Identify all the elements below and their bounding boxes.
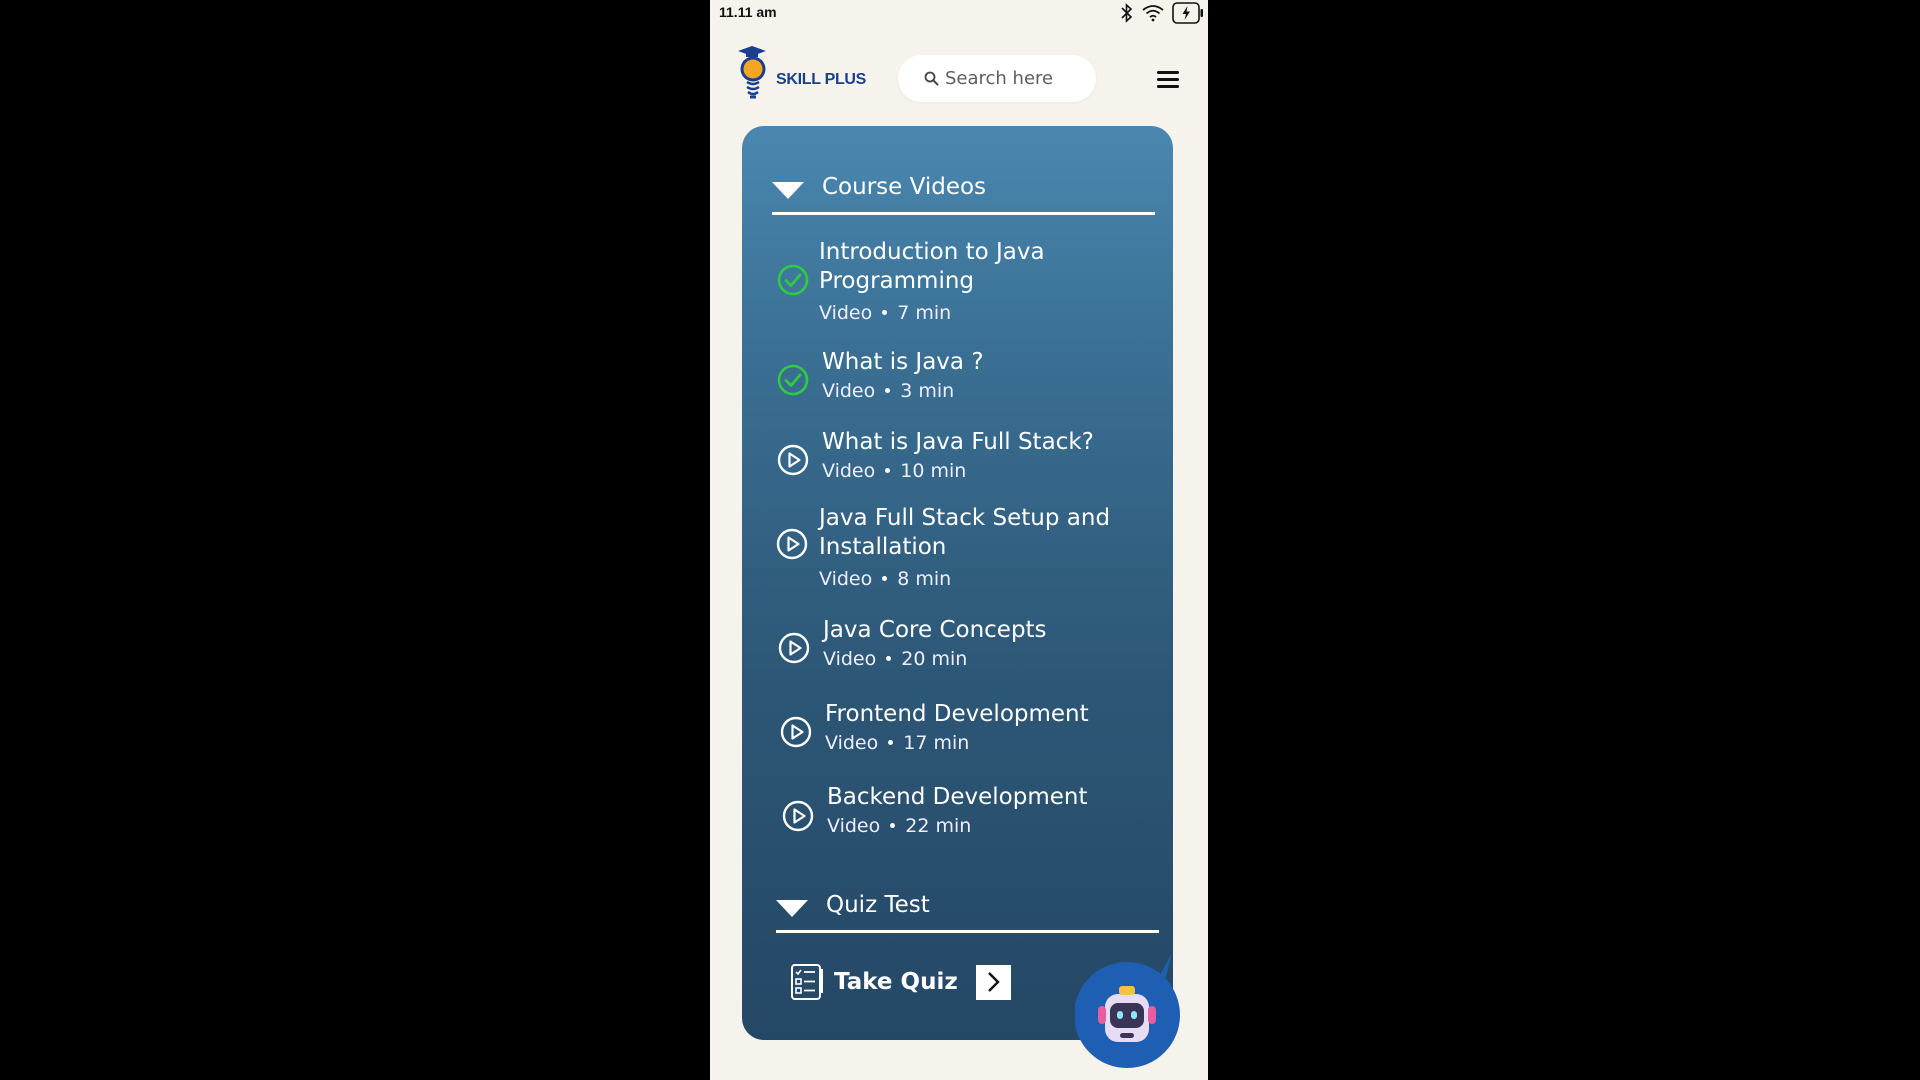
video-meta: Video 20 min: [823, 648, 967, 670]
search-bar[interactable]: [898, 55, 1096, 102]
video-duration: 3 min: [900, 380, 955, 402]
video-duration: 20 min: [901, 648, 968, 670]
video-duration: 17 min: [903, 732, 970, 754]
quiz-checklist-icon: [791, 964, 823, 1000]
video-duration: 22 min: [905, 815, 972, 837]
play-circle-icon: [777, 444, 809, 476]
video-title: Frontend Development: [825, 701, 1089, 727]
take-quiz-button[interactable]: Take Quiz: [790, 962, 1011, 1002]
search-input[interactable]: [945, 68, 1085, 89]
video-item[interactable]: Java Full Stack Setup and Installation V…: [772, 504, 1147, 594]
video-item[interactable]: Java Core Concepts Video 20 min: [772, 616, 1147, 676]
video-title: Java Full Stack Setup and Installation: [819, 505, 1111, 560]
check-circle-icon: [777, 364, 809, 396]
video-item[interactable]: What is Java ? Video 3 min: [772, 348, 1147, 408]
video-meta: Video 7 min: [819, 302, 951, 324]
course-content-panel: Course Videos Introduction to Java Progr…: [742, 126, 1173, 1040]
quiz-test-title: Quiz Test: [826, 892, 930, 918]
chatbot-assistant-icon[interactable]: [1075, 950, 1190, 1072]
video-meta: Video 3 min: [822, 380, 954, 402]
video-title: What is Java Full Stack?: [822, 429, 1094, 455]
video-item[interactable]: Introduction to Java Programming Video 7 …: [772, 238, 1147, 328]
brand-name: SKILL PLUS: [776, 71, 867, 88]
status-icons: [1120, 1, 1204, 25]
video-item[interactable]: What is Java Full Stack? Video 10 min: [772, 428, 1147, 488]
video-meta: Video 10 min: [822, 460, 966, 482]
video-type: Video: [825, 732, 879, 754]
video-title: Java Core Concepts: [823, 617, 1047, 643]
video-type: Video: [827, 815, 881, 837]
collapse-triangle-icon[interactable]: [776, 900, 808, 917]
video-title: What is Java ?: [822, 349, 984, 375]
course-videos-title: Course Videos: [822, 174, 987, 200]
chevron-right-icon: [988, 972, 1000, 992]
phone-screen: 11.11 am SKILL PLUS Search here Course V…: [710, 0, 1208, 1080]
play-circle-icon: [780, 716, 812, 748]
video-type: Video: [819, 568, 873, 590]
wifi-icon: [1142, 5, 1164, 22]
check-circle-icon: [777, 264, 809, 296]
search-icon: [924, 71, 939, 86]
video-item[interactable]: Backend Development Video 22 min: [772, 783, 1147, 843]
video-duration: 7 min: [897, 302, 952, 324]
video-type: Video: [822, 380, 876, 402]
quiz-test-header[interactable]: Quiz Test: [776, 878, 1159, 933]
video-type: Video: [823, 648, 877, 670]
video-item[interactable]: Frontend Development Video 17 min: [772, 700, 1147, 760]
video-meta: Video 22 min: [827, 815, 971, 837]
video-duration: 8 min: [897, 568, 952, 590]
take-quiz-arrow-button[interactable]: [975, 964, 1011, 1000]
take-quiz-label: Take Quiz: [834, 969, 958, 995]
video-duration: 10 min: [900, 460, 967, 482]
video-type: Video: [819, 302, 873, 324]
play-circle-icon: [776, 528, 808, 560]
video-meta: Video 8 min: [819, 568, 951, 590]
video-type: Video: [822, 460, 876, 482]
video-meta: Video 17 min: [825, 732, 969, 754]
bluetooth-icon: [1121, 3, 1133, 23]
collapse-triangle-icon[interactable]: [772, 182, 804, 199]
play-circle-icon: [778, 632, 810, 664]
hamburger-menu-icon[interactable]: [1156, 68, 1180, 90]
video-title: Introduction to Java Programming: [819, 239, 1045, 294]
status-time: 11.11 am: [719, 4, 777, 20]
course-videos-header[interactable]: Course Videos: [772, 160, 1155, 215]
play-circle-icon: [782, 800, 814, 832]
video-title: Backend Development: [827, 784, 1088, 810]
battery-charging-icon: [1172, 2, 1203, 24]
